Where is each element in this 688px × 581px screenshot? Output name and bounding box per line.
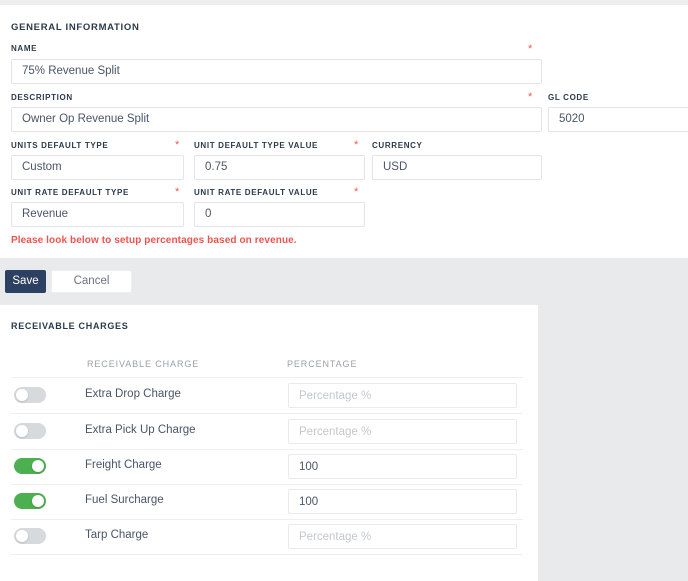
table-row: Extra Drop Charge: [0, 378, 538, 413]
units-default-type-input[interactable]: [11, 155, 184, 180]
percentage-input[interactable]: [288, 454, 517, 479]
label-currency: CURRENCY: [372, 141, 423, 150]
charge-name-label: Fuel Surcharge: [85, 494, 164, 506]
action-bar: Save Cancel: [0, 258, 688, 305]
charge-toggle[interactable]: [14, 458, 46, 474]
label-description: DESCRIPTION: [11, 93, 73, 102]
table-bottom-divider: [11, 554, 523, 555]
label-gl-code: GL CODE: [548, 93, 589, 102]
label-unit-default-type-value: UNIT DEFAULT TYPE VALUE: [194, 141, 318, 150]
toggle-knob-icon: [16, 530, 28, 542]
charge-toggle[interactable]: [14, 387, 46, 403]
label-name: NAME: [11, 44, 38, 53]
gl-code-input[interactable]: [548, 107, 688, 132]
table-row: Fuel Surcharge: [0, 484, 538, 519]
percentage-input[interactable]: [288, 383, 517, 408]
required-indicator-description: *: [528, 91, 533, 103]
cancel-button[interactable]: Cancel: [51, 270, 132, 293]
description-input[interactable]: [11, 107, 542, 132]
required-indicator-unit-rate-default-value: *: [354, 186, 359, 198]
save-button[interactable]: Save: [5, 270, 46, 293]
unit-rate-default-type-input[interactable]: [11, 202, 184, 227]
currency-input[interactable]: [372, 155, 542, 180]
required-indicator-unit-rate-default-type: *: [175, 186, 180, 198]
column-header-percentage: PERCENTAGE: [287, 359, 358, 369]
charge-toggle[interactable]: [14, 528, 46, 544]
table-row: Tarp Charge: [0, 519, 538, 554]
general-information-panel: GENERAL INFORMATION NAME * DESCRIPTION *…: [0, 5, 688, 258]
page-background-right: [538, 305, 688, 581]
charge-toggle[interactable]: [14, 493, 46, 509]
receivable-charges-title: RECEIVABLE CHARGES: [11, 321, 129, 331]
charge-name-label: Tarp Charge: [85, 529, 149, 541]
table-row: Freight Charge: [0, 449, 538, 484]
page-title: GENERAL INFORMATION: [11, 22, 140, 33]
label-unit-rate-default-type: UNIT RATE DEFAULT TYPE: [11, 188, 130, 197]
percentage-input[interactable]: [288, 419, 517, 444]
required-indicator-unit-default-type-value: *: [354, 139, 359, 151]
required-indicator-name: *: [528, 43, 533, 55]
unit-rate-default-value-input[interactable]: [194, 202, 365, 227]
percentage-input[interactable]: [288, 524, 517, 549]
charge-name-label: Freight Charge: [85, 459, 162, 471]
percentage-input[interactable]: [288, 489, 517, 514]
required-indicator-units-default-type: *: [175, 139, 180, 151]
label-unit-rate-default-value: UNIT RATE DEFAULT VALUE: [194, 188, 319, 197]
form-error-message: Please look below to setup percentages b…: [11, 235, 297, 246]
label-units-default-type: UNITS DEFAULT TYPE: [11, 141, 109, 150]
table-row: Extra Pick Up Charge: [0, 414, 538, 449]
charge-name-label: Extra Drop Charge: [85, 388, 181, 400]
column-header-receivable-charge: RECEIVABLE CHARGE: [87, 359, 200, 369]
toggle-knob-icon: [16, 389, 28, 401]
toggle-knob-icon: [16, 425, 28, 437]
charge-toggle[interactable]: [14, 423, 46, 439]
toggle-knob-icon: [32, 495, 44, 507]
toggle-knob-icon: [32, 460, 44, 472]
name-input[interactable]: [11, 59, 542, 84]
unit-default-type-value-input[interactable]: [194, 155, 365, 180]
charge-name-label: Extra Pick Up Charge: [85, 424, 196, 436]
